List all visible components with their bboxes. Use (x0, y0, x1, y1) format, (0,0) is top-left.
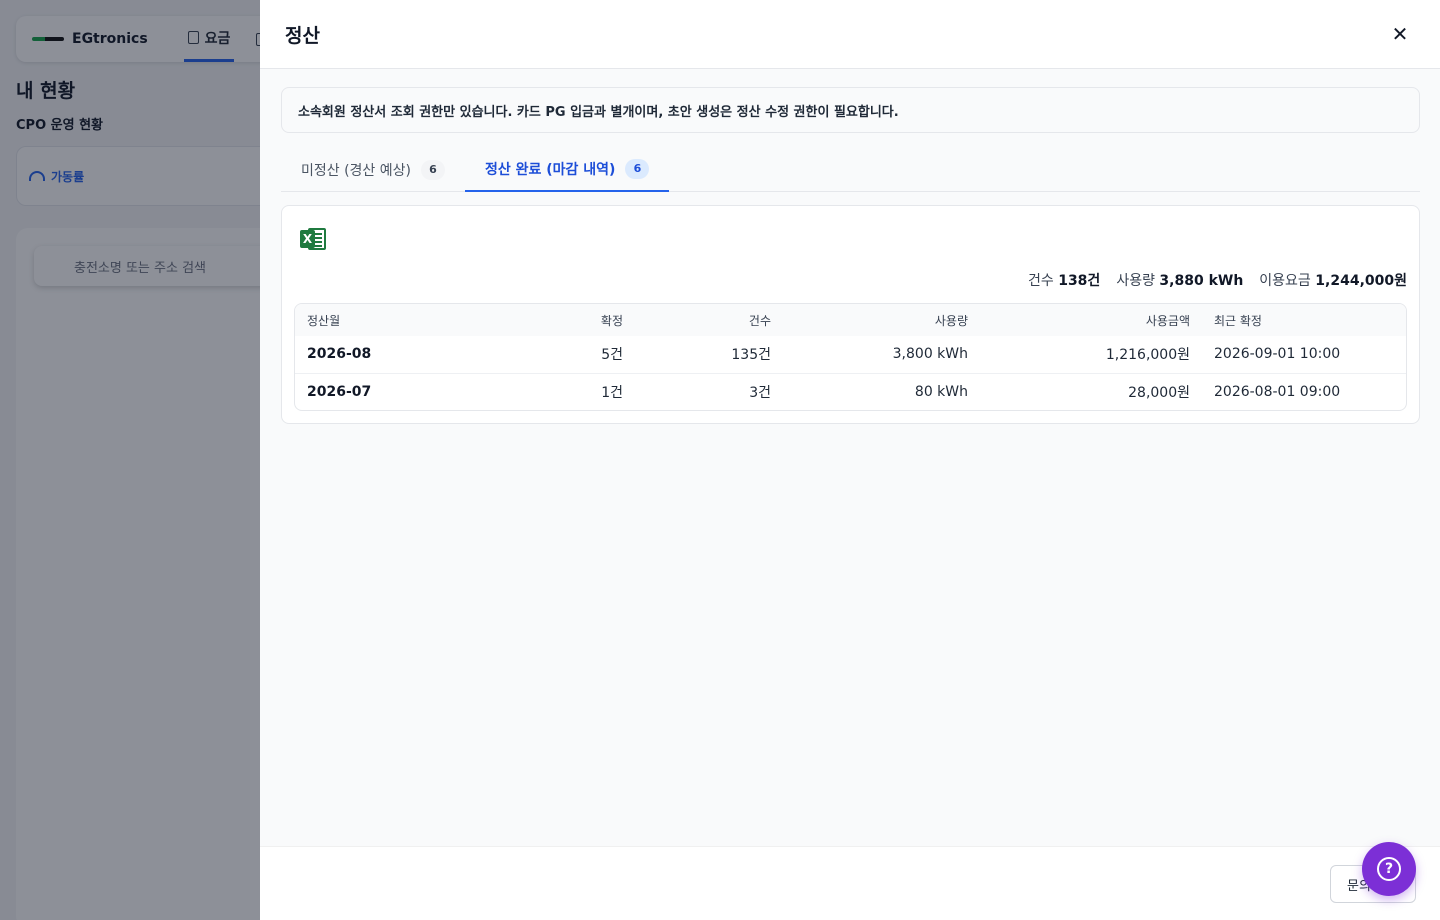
drawer-body: 소속회원 정산서 조회 권한만 있습니다. 카드 PG 입금과 별개이며, 초안… (260, 69, 1440, 846)
col-header-count: 건수 (635, 304, 783, 336)
summary-count-value: 138건 (1058, 273, 1101, 289)
count-badge: 6 (420, 159, 445, 180)
excel-x-mark: X (300, 230, 315, 248)
summary-usage-label: 사용량 (1116, 273, 1155, 289)
cell-amount: 1,216,000원 (1105, 347, 1190, 364)
summary-fee: 이용요금 1,244,000원 (1259, 270, 1407, 290)
tab-label: 미정산 (경산 예상) (301, 162, 411, 179)
drawer-footer: 문의 (260, 846, 1440, 920)
cell-month: 2026-07 (295, 372, 555, 410)
cell-count: 3건 (635, 372, 783, 410)
settlement-table: 정산월 확정 건수 사용량 사용금액 최근 확정 2026-08 5건 135건 (294, 303, 1407, 411)
summary-count: 건수 138건 (1028, 270, 1100, 290)
cell-amount: 28,000원 (980, 372, 1202, 410)
help-question-icon: ? (1377, 857, 1401, 881)
settled-content-card: X 건수 138건 사용량 3,880 kWh 이용요금 1,244,000원 … (281, 205, 1420, 424)
summary-usage: 사용량 3,880 kWh (1116, 270, 1243, 290)
settlement-drawer: 정산 ✕ 소속회원 정산서 조회 권한만 있습니다. 카드 PG 입금과 별개이… (260, 0, 1440, 920)
drawer-header: 정산 ✕ (260, 0, 1440, 69)
tab-unsettled[interactable]: 미정산 (경산 예상) 6 (281, 147, 465, 192)
summary-count-label: 건수 (1027, 273, 1054, 289)
excel-export-icon[interactable]: X (300, 226, 326, 252)
col-header-usage: 사용량 (783, 304, 980, 336)
tab-label: 정산 완료 (마감 내역) (484, 161, 616, 178)
cell-last-confirmed: 2026-09-01 10:00 (1214, 346, 1341, 363)
cell-usage: 80 kWh (783, 372, 980, 410)
table-header-row: 정산월 확정 건수 사용량 사용금액 최근 확정 (295, 304, 1406, 336)
summary-usage-value: 3,880 kWh (1159, 273, 1244, 289)
close-icon[interactable]: ✕ (1388, 22, 1412, 46)
summary-fee-label: 이용요금 (1259, 273, 1311, 289)
settlement-tabs: 미정산 (경산 예상) 6 정산 완료 (마감 내역) 6 (281, 147, 1420, 192)
count-badge: 6 (625, 158, 650, 179)
summary-bar: 건수 138건 사용량 3,880 kWh 이용요금 1,244,000원 (294, 270, 1407, 290)
summary-fee-value: 1,244,000원 (1315, 273, 1407, 289)
cell-month: 2026-08 (307, 346, 372, 363)
cell-confirmed: 5건 (601, 347, 623, 364)
col-header-confirmed: 확정 (555, 304, 635, 336)
tab-settled[interactable]: 정산 완료 (마감 내역) 6 (464, 147, 670, 192)
drawer-title: 정산 (285, 24, 320, 47)
help-fab[interactable]: ? (1362, 842, 1416, 896)
col-header-last-confirmed: 최근 확정 (1202, 304, 1406, 336)
table-row[interactable]: 2026-08 5건 135건 3,800 kWh 1,216,000원 202… (295, 336, 1406, 373)
col-header-month: 정산월 (295, 304, 555, 336)
cell-confirmed: 1건 (555, 372, 635, 410)
col-header-amount: 사용금액 (980, 304, 1202, 336)
cell-usage: 3,800 kWh (892, 346, 968, 363)
cell-last-confirmed: 2026-08-01 09:00 (1202, 372, 1406, 410)
permission-notice: 소속회원 정산서 조회 권한만 있습니다. 카드 PG 입금과 별개이며, 초안… (281, 87, 1420, 133)
table-row[interactable]: 2026-07 1건 3건 80 kWh 28,000원 2026-08-01 … (295, 372, 1406, 410)
cell-count: 135건 (731, 347, 771, 364)
